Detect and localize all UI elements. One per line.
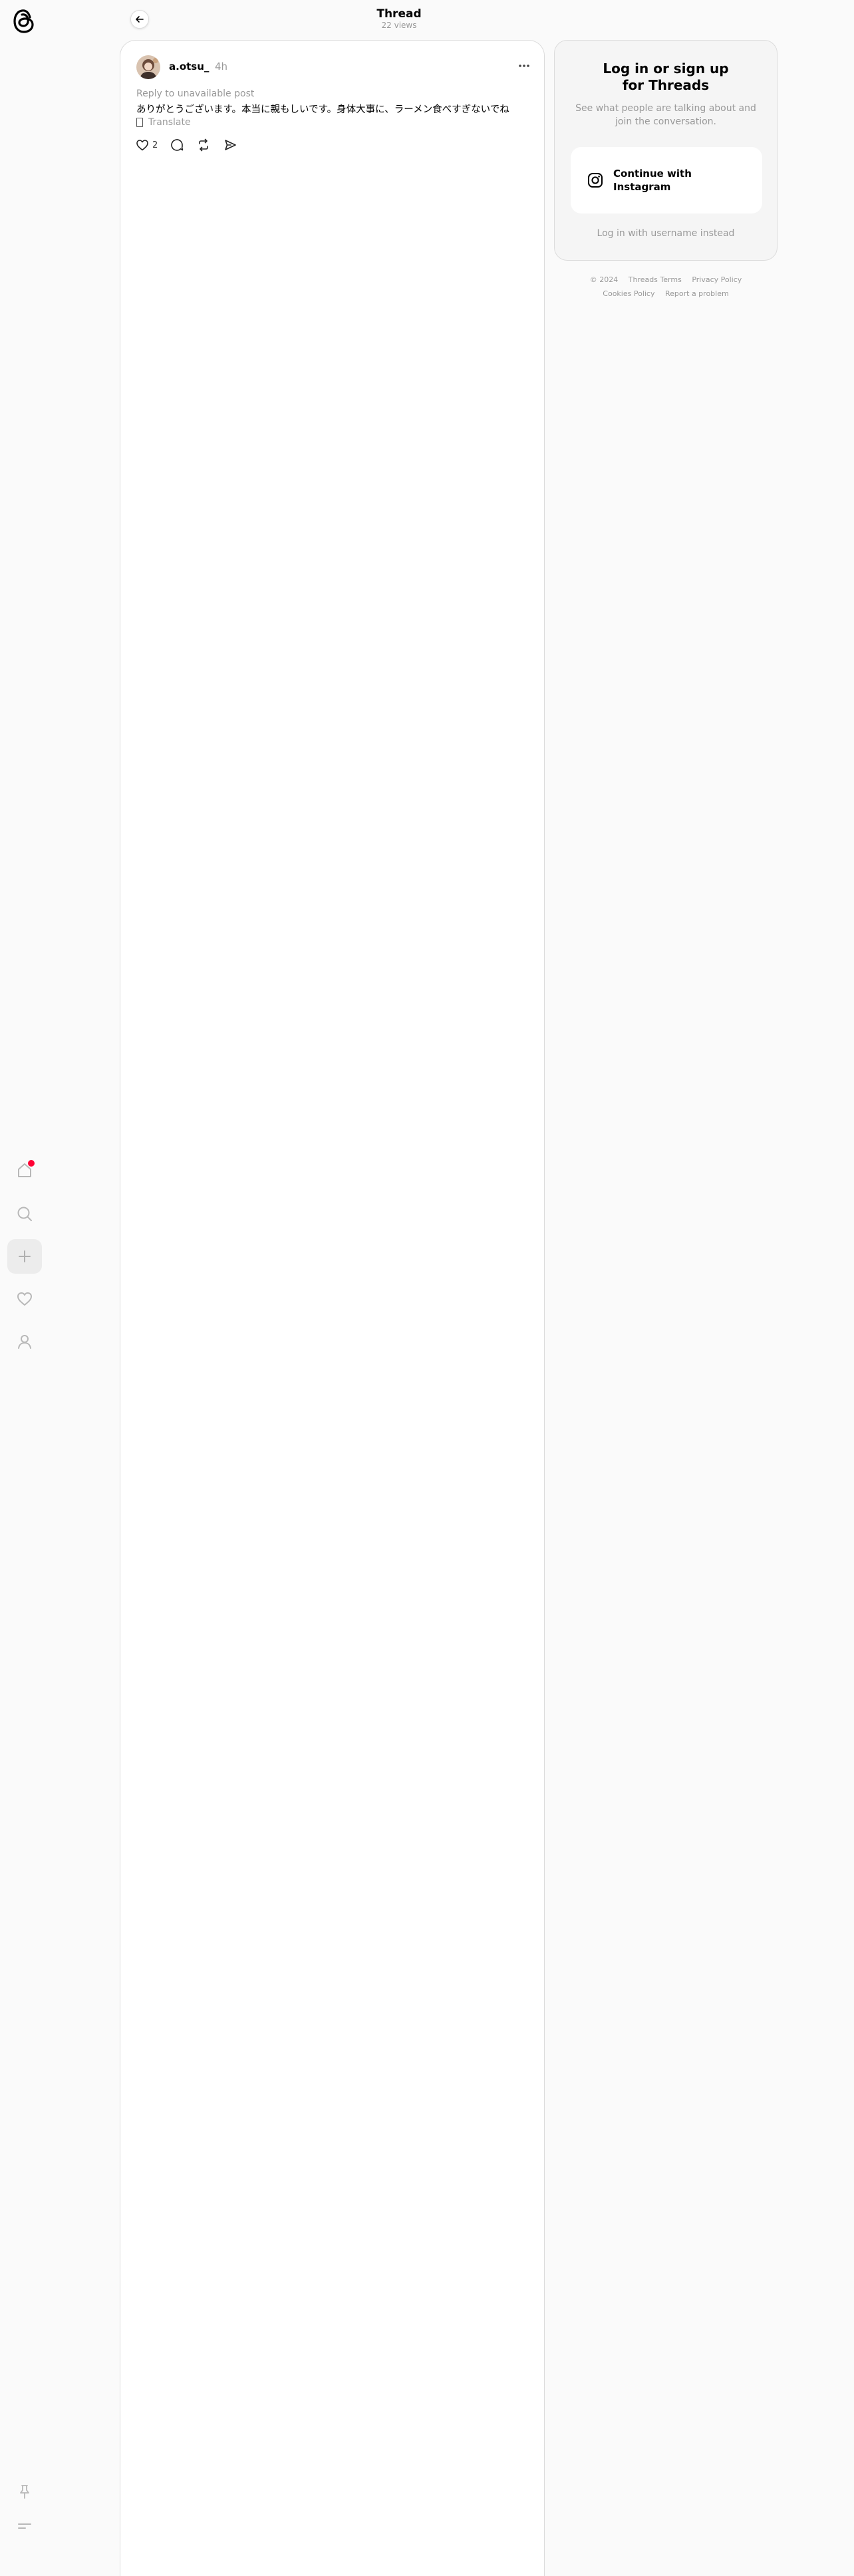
- nav-home[interactable]: [7, 1153, 42, 1188]
- login-username-link[interactable]: Log in with username instead: [555, 228, 777, 239]
- login-subtitle: See what people are talking about and jo…: [575, 103, 756, 127]
- login-title: Log in or sign up for Threads: [603, 61, 729, 93]
- back-button[interactable]: [130, 10, 149, 29]
- share-button[interactable]: [223, 138, 237, 152]
- more-options-button[interactable]: [516, 61, 532, 71]
- comment-icon: [171, 139, 184, 151]
- threads-logo-icon[interactable]: [12, 8, 36, 35]
- share-icon: [225, 140, 237, 150]
- search-icon: [17, 1207, 32, 1221]
- footer-row-1: © 2024 Threads Terms Privacy Policy: [554, 275, 778, 284]
- post-text: ありがとうございます。本当に親もしいです。身体大事に、ラーメン食べすぎないでね: [136, 104, 509, 115]
- avatar[interactable]: [136, 55, 160, 79]
- terms-link[interactable]: Threads Terms: [629, 275, 682, 284]
- like-count: 2: [152, 140, 158, 150]
- heart-icon: [17, 1292, 32, 1306]
- copyright: © 2024: [589, 275, 619, 284]
- nav-activity[interactable]: [7, 1282, 42, 1316]
- reply-note: Reply to unavailable post: [136, 88, 255, 99]
- notification-dot: [28, 1160, 35, 1167]
- person-icon: [18, 1335, 31, 1349]
- page-title: Thread: [376, 7, 422, 21]
- post-username[interactable]: a.otsu_: [169, 61, 209, 72]
- thread-panel: a.otsu_ 4h Reply to unavailable post ありが…: [120, 40, 545, 2576]
- translate-label: Translate: [148, 117, 191, 128]
- nav-profile[interactable]: [7, 1324, 42, 1359]
- post-actions: 2: [135, 138, 237, 152]
- plus-icon: [19, 1250, 31, 1262]
- repost-icon: [199, 138, 209, 152]
- nav-create[interactable]: [7, 1239, 42, 1274]
- nav-pin[interactable]: [7, 2474, 42, 2509]
- pin-icon: [20, 2485, 29, 2499]
- comment-button[interactable]: [170, 138, 184, 152]
- repost-button[interactable]: [196, 138, 211, 152]
- nav-search[interactable]: [7, 1197, 42, 1231]
- instagram-icon: [588, 173, 603, 188]
- nav-menu[interactable]: [7, 2509, 42, 2543]
- view-count: 22 views: [381, 21, 417, 30]
- translate-icon: [136, 118, 143, 127]
- like-button[interactable]: 2: [135, 138, 158, 152]
- translate-button[interactable]: Translate: [136, 117, 191, 128]
- report-link[interactable]: Report a problem: [665, 289, 729, 298]
- cookies-link[interactable]: Cookies Policy: [603, 289, 654, 298]
- more-icon: [519, 65, 529, 67]
- continue-with-instagram-button[interactable]: Continue with Instagram: [571, 147, 762, 214]
- post-time: 4h: [215, 61, 228, 72]
- heart-icon: [136, 140, 148, 151]
- arrow-left-icon: [136, 16, 144, 23]
- login-card: Log in or sign up for Threads See what p…: [554, 40, 778, 261]
- footer-row-2: Cookies Policy Report a problem: [554, 289, 778, 298]
- privacy-link[interactable]: Privacy Policy: [692, 275, 742, 284]
- instagram-button-label: Continue with Instagram: [613, 168, 692, 193]
- menu-icon: [18, 2523, 31, 2529]
